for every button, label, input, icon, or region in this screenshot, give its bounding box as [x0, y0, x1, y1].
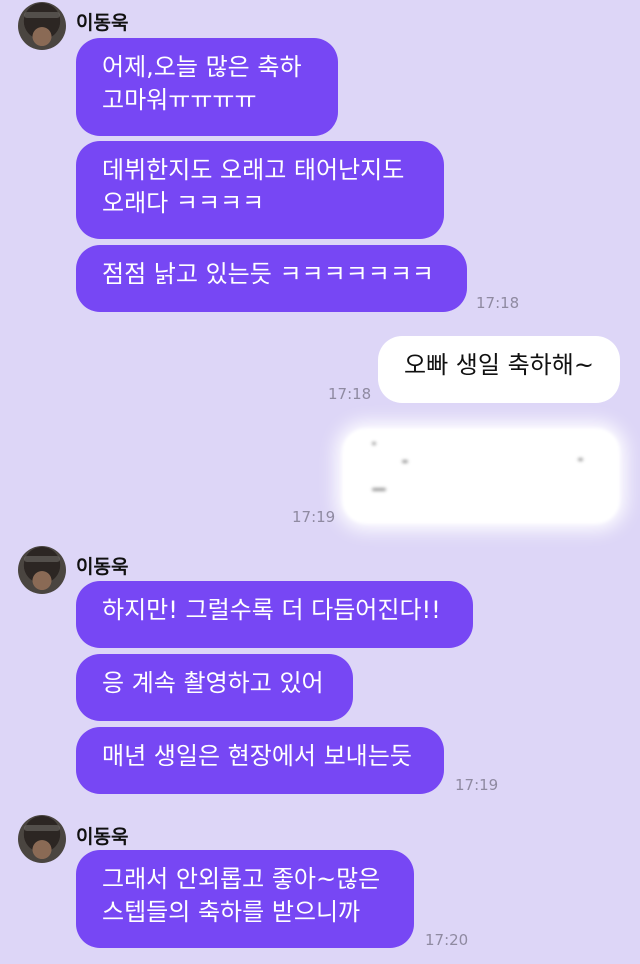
message-bubble[interactable]: 매년 생일은 현장에서 보내는듯: [76, 727, 444, 794]
message-bubble[interactable]: 어제,오늘 많은 축하 고마워ㅠㅠㅠㅠ: [76, 38, 338, 136]
my-message-bubble[interactable]: 오빠 생일 축하해~: [378, 336, 620, 403]
message-bubble[interactable]: 점점 낡고 있는듯 ㅋㅋㅋㅋㅋㅋㅋ: [76, 245, 467, 312]
message-timestamp: 17:18: [328, 385, 372, 403]
sender-name: 이동욱: [76, 826, 129, 848]
message-timestamp: 17:19: [455, 776, 499, 794]
message-timestamp: 17:18: [476, 294, 520, 312]
avatar[interactable]: [18, 815, 66, 863]
message-bubble[interactable]: 하지만! 그럴수록 더 다듬어진다!!: [76, 581, 473, 648]
sender-name: 이동욱: [76, 12, 129, 34]
avatar[interactable]: [18, 2, 66, 50]
message-timestamp: 17:19: [292, 508, 336, 526]
avatar[interactable]: [18, 546, 66, 594]
blurred-mark: [578, 458, 583, 461]
blurred-mark: [372, 442, 376, 445]
message-bubble[interactable]: 응 계속 촬영하고 있어: [76, 654, 353, 721]
blurred-message-bubble[interactable]: [342, 428, 620, 524]
message-bubble[interactable]: 데뷔한지도 오래고 태어난지도 오래다 ㅋㅋㅋㅋ: [76, 141, 444, 239]
message-bubble[interactable]: 그래서 안외롭고 좋아~많은 스텝들의 축하를 받으니까: [76, 850, 414, 948]
blurred-mark: [402, 460, 408, 463]
sender-name: 이동욱: [76, 556, 129, 578]
message-timestamp: 17:20: [425, 931, 469, 949]
blurred-mark: [372, 488, 386, 491]
